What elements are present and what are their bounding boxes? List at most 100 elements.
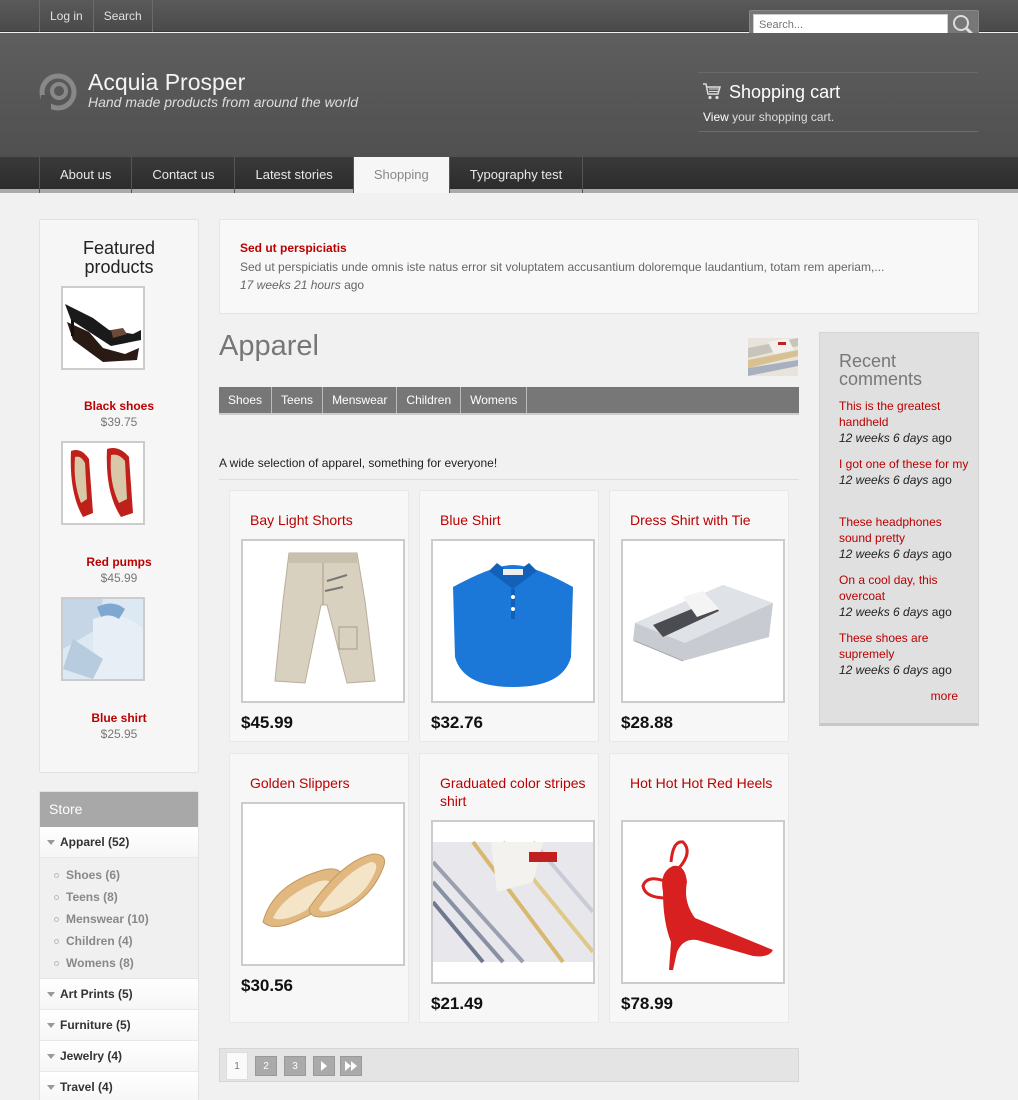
store-subcategory-teens[interactable]: Teens (8) <box>40 886 198 908</box>
black-shoes-link[interactable]: Black shoes <box>84 399 154 413</box>
login-link[interactable]: Log in <box>39 0 93 32</box>
comment-age-suffix: ago <box>928 547 952 561</box>
subtab-teens[interactable]: Teens <box>272 387 324 413</box>
featured-thumb-blue-shirt[interactable] <box>61 597 145 681</box>
subtab-children[interactable]: Children <box>397 387 462 413</box>
comment-link[interactable]: On a cool day, this overcoat <box>839 572 969 604</box>
product-image[interactable] <box>241 802 405 966</box>
recent-comments-title: Recent comments <box>839 351 923 389</box>
pager-page-3[interactable]: 3 <box>284 1056 306 1076</box>
comment-link[interactable]: These headphones sound pretty <box>839 514 969 546</box>
store-subcategory-children[interactable]: Children (4) <box>40 930 198 952</box>
comment-link[interactable]: These shoes are supremely <box>839 630 969 662</box>
more-comments-link[interactable]: more <box>931 689 958 703</box>
nav-latest-stories[interactable]: Latest stories <box>234 157 352 193</box>
store-category-label: Jewelry (4) <box>60 1049 123 1063</box>
pager-next-button[interactable] <box>313 1056 335 1076</box>
product-card: Bay Light Shorts $45.99 <box>229 490 409 742</box>
bullet-icon <box>54 917 59 922</box>
store-category-travel[interactable]: Travel (4) <box>40 1072 198 1100</box>
nav-typography-test[interactable]: Typography test <box>448 157 584 193</box>
store-category-jewelry[interactable]: Jewelry (4) <box>40 1041 198 1072</box>
product-image[interactable] <box>431 539 595 703</box>
story-meta: 17 weeks 21 hours ago <box>240 278 364 292</box>
comment-age-suffix: ago <box>928 431 952 445</box>
store-subcategory-label: Menswear (10) <box>66 912 149 926</box>
store-subcategory-shoes[interactable]: Shoes (6) <box>40 864 198 886</box>
store-category-art-prints[interactable]: Art Prints (5) <box>40 979 198 1010</box>
product-name-link[interactable]: Hot Hot Hot Red Heels <box>630 774 780 792</box>
product-price: $21.49 <box>431 994 483 1013</box>
red-pumps-link[interactable]: Red pumps <box>86 555 151 569</box>
store-category-apparel[interactable]: Apparel (52) <box>40 827 198 858</box>
product-image[interactable] <box>621 820 785 984</box>
featured-thumb-black-shoes[interactable] <box>61 286 145 370</box>
pager-page-2[interactable]: 2 <box>255 1056 277 1076</box>
subtab-menswear[interactable]: Menswear <box>323 387 398 413</box>
store-block: Store Apparel (52) Shoes (6) Teens (8) M… <box>39 791 199 1100</box>
comment-link[interactable]: I got one of these for my <box>839 456 969 472</box>
nav-contact-us[interactable]: Contact us <box>131 157 234 193</box>
comment-item: On a cool day, this overcoat 12 weeks 6 … <box>839 572 969 620</box>
category-description: A wide selection of apparel, something f… <box>219 456 799 480</box>
story-title-link[interactable]: Sed ut perspiciatis <box>240 241 347 255</box>
product-image[interactable] <box>431 820 595 984</box>
product-name-link[interactable]: Graduated color stripes shirt <box>440 774 590 810</box>
comment-link[interactable]: This is the greatest handheld <box>839 398 969 430</box>
store-subcategory-label: Children (4) <box>66 934 133 948</box>
golden-slippers-image <box>243 804 403 964</box>
recent-comments-block: Recent comments This is the greatest han… <box>819 332 979 726</box>
product-price: $45.99 <box>241 713 293 732</box>
featured-price: $39.75 <box>100 415 138 429</box>
store-category-label: Apparel (52) <box>60 835 130 849</box>
product-image[interactable] <box>241 539 405 703</box>
cart-icon <box>703 83 721 100</box>
blue-shirt-image <box>433 541 593 701</box>
expand-triangle-icon <box>47 992 55 997</box>
nav-about-us[interactable]: About us <box>39 157 131 193</box>
expand-triangle-icon <box>47 1054 55 1059</box>
product-price: $32.76 <box>431 713 483 732</box>
bullet-icon <box>54 939 59 944</box>
product-card: Golden Slippers $30.56 <box>229 753 409 1023</box>
store-subcategory-menswear[interactable]: Menswear (10) <box>40 908 198 930</box>
comment-age: 12 weeks 6 days <box>839 605 929 619</box>
comment-age-suffix: ago <box>928 605 952 619</box>
featured-name: Black shoes <box>40 399 198 413</box>
product-price: $78.99 <box>621 994 673 1013</box>
comment-meta: 12 weeks 6 days ago <box>839 663 952 677</box>
view-cart-link[interactable]: View <box>703 110 729 124</box>
product-image[interactable] <box>621 539 785 703</box>
store-subcategory-womens[interactable]: Womens (8) <box>40 952 198 974</box>
product-name-link[interactable]: Dress Shirt with Tie <box>630 511 780 529</box>
site-header: Acquia Prosper Hand made products from a… <box>0 33 1018 157</box>
nav-shopping[interactable]: Shopping <box>352 157 449 193</box>
subtab-womens[interactable]: Womens <box>461 387 528 413</box>
next-arrow-icon <box>321 1061 327 1071</box>
featured-title: Featured products <box>82 238 156 277</box>
comment-meta: 12 weeks 6 days ago <box>839 473 952 487</box>
product-name-link[interactable]: Bay Light Shorts <box>250 511 400 529</box>
search-link[interactable]: Search <box>92 0 153 32</box>
subtab-shoes[interactable]: Shoes <box>219 387 273 413</box>
featured-price: $45.99 <box>100 571 138 585</box>
blue-shirt-link[interactable]: Blue shirt <box>91 711 146 725</box>
store-category-label: Travel (4) <box>60 1080 113 1094</box>
pager-last-button[interactable] <box>340 1056 362 1076</box>
product-name-link[interactable]: Blue Shirt <box>440 511 590 529</box>
store-category-furniture[interactable]: Furniture (5) <box>40 1010 198 1041</box>
comment-age: 12 weeks 6 days <box>839 547 929 561</box>
red-heels-image <box>623 822 783 982</box>
product-name-link[interactable]: Golden Slippers <box>250 774 400 792</box>
product-price: $30.56 <box>241 976 293 995</box>
expand-triangle-icon <box>47 1023 55 1028</box>
site-name[interactable]: Acquia Prosper <box>88 69 245 96</box>
comment-age: 12 weeks 6 days <box>839 431 929 445</box>
story-excerpt: Sed ut perspiciatis unde omnis iste natu… <box>240 260 885 274</box>
expand-triangle-icon <box>47 840 55 845</box>
store-category-label: Furniture (5) <box>60 1018 131 1032</box>
featured-thumb-red-pumps[interactable] <box>61 441 145 525</box>
comment-meta: 12 weeks 6 days ago <box>839 431 952 445</box>
category-thumbnail[interactable] <box>748 338 798 376</box>
acquia-logo-icon[interactable] <box>39 73 77 111</box>
